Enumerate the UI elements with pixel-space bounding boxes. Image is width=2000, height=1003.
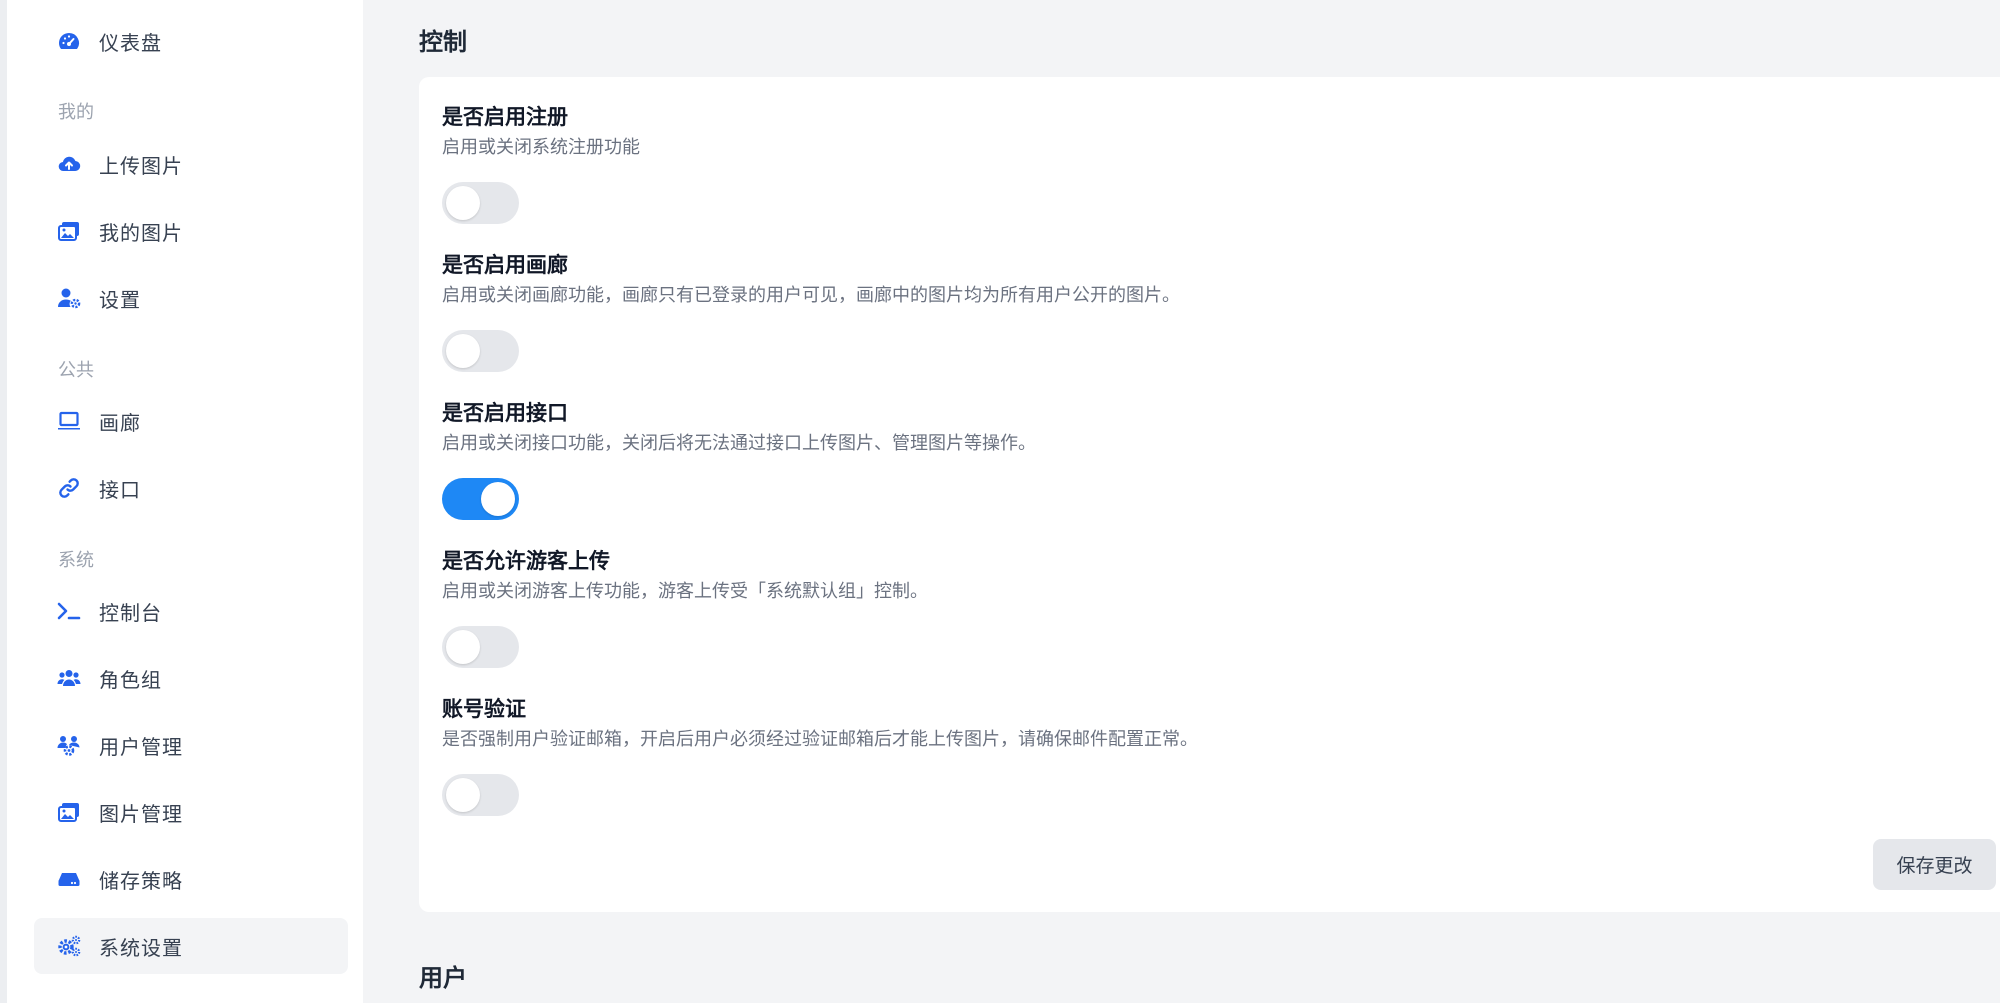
users-icon (56, 665, 82, 691)
sidebar-item-label: 画廊 (99, 410, 141, 435)
dashboard-icon (56, 28, 82, 54)
terminal-icon (56, 598, 82, 624)
group-title-mine: 我的 (58, 102, 94, 123)
sidebar-item-label: 上传图片 (99, 153, 183, 178)
toggle-knob (481, 482, 515, 516)
user-settings-icon (56, 285, 82, 311)
main-content: 控制 是否启用注册 启用或关闭系统注册功能 是否启用画廊 启用或关闭画廊功能，画… (363, 0, 2000, 1003)
sidebar-item-label: 图片管理 (99, 801, 183, 826)
sidebar: 仪表盘 我的 上传图片 我的图片 设置 公共 画廊 接口 系统 控制台 角色组 … (0, 0, 363, 1003)
drive-icon (56, 866, 82, 892)
setting-title-registration: 是否启用注册 (442, 105, 568, 129)
sidebar-item-console[interactable]: 控制台 (34, 583, 348, 639)
toggle-api[interactable] (442, 478, 519, 520)
toggle-knob (446, 186, 480, 220)
sidebar-item-my-images[interactable]: 我的图片 (34, 203, 348, 259)
images-icon (56, 218, 82, 244)
toggle-account-verification[interactable] (442, 774, 519, 816)
toggle-knob (446, 778, 480, 812)
toggle-knob (446, 334, 480, 368)
sidebar-item-label: 系统设置 (99, 935, 183, 960)
cloud-upload-icon (56, 151, 82, 177)
sidebar-item-label: 我的图片 (99, 220, 183, 245)
sidebar-item-image-management[interactable]: 图片管理 (34, 784, 348, 840)
sidebar-item-label: 设置 (99, 287, 141, 312)
save-changes-button[interactable]: 保存更改 (1873, 839, 1996, 890)
users-gear-icon (56, 732, 82, 758)
sidebar-item-label: 储存策略 (99, 868, 183, 893)
toggle-registration[interactable] (442, 182, 519, 224)
sidebar-item-label: 仪表盘 (99, 30, 162, 55)
group-title-system: 系统 (58, 550, 94, 571)
setting-title-api: 是否启用接口 (442, 401, 568, 425)
setting-title-gallery: 是否启用画廊 (442, 253, 568, 277)
sidebar-item-roles[interactable]: 角色组 (34, 650, 348, 706)
sidebar-item-user-management[interactable]: 用户管理 (34, 717, 348, 773)
toggle-gallery[interactable] (442, 330, 519, 372)
sidebar-item-system-settings[interactable]: 系统设置 (34, 918, 348, 974)
sidebar-item-label: 接口 (99, 477, 141, 502)
settings-card: 是否启用注册 启用或关闭系统注册功能 是否启用画廊 启用或关闭画廊功能，画廊只有… (419, 77, 2000, 912)
sidebar-item-storage[interactable]: 储存策略 (34, 851, 348, 907)
setting-desc-api: 启用或关闭接口功能，关闭后将无法通过接口上传图片、管理图片等操作。 (442, 433, 1036, 454)
setting-title-account-verification: 账号验证 (442, 697, 526, 721)
sidebar-item-api[interactable]: 接口 (34, 460, 348, 516)
section-title-control: 控制 (419, 28, 467, 56)
sidebar-item-label: 角色组 (99, 667, 162, 692)
group-title-public: 公共 (58, 360, 94, 381)
sidebar-item-label: 控制台 (99, 600, 162, 625)
link-icon (56, 475, 82, 501)
toggle-knob (446, 630, 480, 664)
sidebar-item-settings[interactable]: 设置 (34, 270, 348, 326)
sidebar-item-upload[interactable]: 上传图片 (34, 136, 348, 192)
section-title-user: 用户 (419, 964, 467, 992)
setting-desc-registration: 启用或关闭系统注册功能 (442, 137, 640, 158)
setting-desc-gallery: 启用或关闭画廊功能，画廊只有已登录的用户可见，画廊中的图片均为所有用户公开的图片… (442, 285, 1180, 306)
sidebar-item-dashboard[interactable]: 仪表盘 (34, 13, 348, 69)
setting-title-guest-upload: 是否允许游客上传 (442, 549, 610, 573)
laptop-icon (56, 408, 82, 434)
setting-desc-guest-upload: 启用或关闭游客上传功能，游客上传受「系统默认组」控制。 (442, 581, 928, 602)
sidebar-item-label: 用户管理 (99, 734, 183, 759)
sidebar-item-gallery[interactable]: 画廊 (34, 393, 348, 449)
images-icon (56, 799, 82, 825)
gears-icon (56, 933, 82, 959)
toggle-guest-upload[interactable] (442, 626, 519, 668)
setting-desc-account-verification: 是否强制用户验证邮箱，开启后用户必须经过验证邮箱后才能上传图片，请确保邮件配置正… (442, 729, 1198, 750)
